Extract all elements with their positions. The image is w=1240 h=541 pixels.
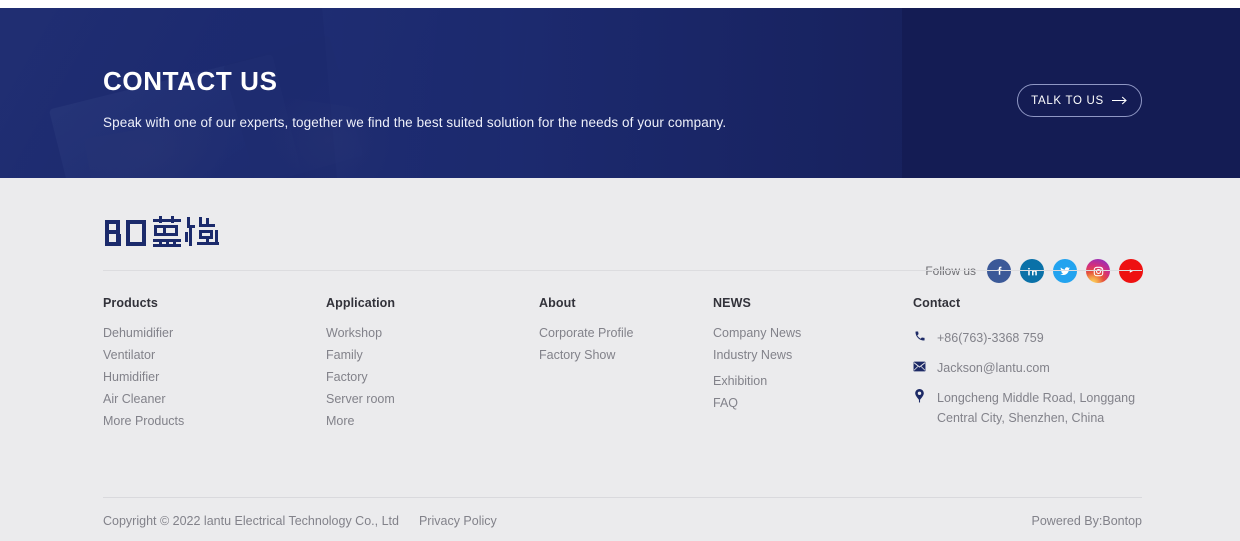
footer-link-workshop[interactable]: Workshop <box>326 327 395 340</box>
twitter-icon[interactable] <box>1053 259 1077 283</box>
powered-by-text: Powered By:Bontop <box>1032 514 1143 528</box>
footer-column-products: Products Dehumidifier Ventilator Humidif… <box>103 296 184 437</box>
contact-address: Longcheng Middle Road, Longgang Central … <box>937 388 1142 428</box>
column-title-contact: Contact <box>913 296 1142 310</box>
footer-link-faq[interactable]: FAQ <box>713 397 801 410</box>
footer-link-air-cleaner[interactable]: Air Cleaner <box>103 393 184 406</box>
contact-phone-row[interactable]: +86(763)-3368 759 <box>913 328 1142 348</box>
facebook-icon[interactable] <box>987 259 1011 283</box>
column-title-about: About <box>539 296 634 310</box>
footer-divider-top <box>103 270 1142 271</box>
contact-address-row[interactable]: Longcheng Middle Road, Longgang Central … <box>913 388 1142 428</box>
location-pin-icon <box>913 388 926 403</box>
footer-column-about: About Corporate Profile Factory Show <box>539 296 634 371</box>
company-logo[interactable] <box>103 216 227 250</box>
contact-phone: +86(763)-3368 759 <box>937 328 1044 348</box>
instagram-icon[interactable] <box>1086 259 1110 283</box>
footer-logo-row: Follow us <box>103 216 1143 270</box>
footer-column-news: NEWS Company News Industry News Exhibiti… <box>713 296 801 419</box>
footer-link-more-products[interactable]: More Products <box>103 415 184 428</box>
linkedin-icon[interactable] <box>1020 259 1044 283</box>
footer-divider-bottom <box>103 497 1142 498</box>
privacy-policy-link[interactable]: Privacy Policy <box>419 514 497 528</box>
contact-email: Jackson@lantu.com <box>937 358 1050 378</box>
footer-link-factory-show[interactable]: Factory Show <box>539 349 634 362</box>
footer-link-exhibition[interactable]: Exhibition <box>713 375 801 388</box>
contact-hero-banner: CONTACT US Speak with one of our experts… <box>0 8 1240 178</box>
footer-link-company-news[interactable]: Company News <box>713 327 801 340</box>
phone-icon <box>913 328 926 343</box>
footer-column-application: Application Workshop Family Factory Serv… <box>326 296 395 437</box>
talk-to-us-button[interactable]: TALK TO US <box>1017 84 1142 117</box>
footer-link-factory[interactable]: Factory <box>326 371 395 384</box>
footer-link-more[interactable]: More <box>326 415 395 428</box>
footer-link-humidifier[interactable]: Humidifier <box>103 371 184 384</box>
column-title-news: NEWS <box>713 296 801 310</box>
footer-link-industry-news[interactable]: Industry News <box>713 349 801 362</box>
logo-mark <box>103 216 227 250</box>
page-root: CONTACT US Speak with one of our experts… <box>0 0 1240 541</box>
column-title-products: Products <box>103 296 184 310</box>
arrow-right-icon <box>1112 96 1128 105</box>
page-title: CONTACT US <box>103 66 278 97</box>
follow-us-group: Follow us <box>925 259 1143 283</box>
envelope-icon <box>913 358 926 373</box>
footer-link-ventilator[interactable]: Ventilator <box>103 349 184 362</box>
talk-to-us-label: TALK TO US <box>1031 95 1104 107</box>
contact-email-row[interactable]: Jackson@lantu.com <box>913 358 1142 378</box>
hero-subtitle: Speak with one of our experts, together … <box>103 115 726 130</box>
footer-bottom-bar: Copyright © 2022 lantu Electrical Techno… <box>103 511 1142 531</box>
footer-link-family[interactable]: Family <box>326 349 395 362</box>
footer-link-corporate-profile[interactable]: Corporate Profile <box>539 327 634 340</box>
youtube-icon[interactable] <box>1119 259 1143 283</box>
follow-us-label: Follow us <box>925 264 976 278</box>
footer-link-server-room[interactable]: Server room <box>326 393 395 406</box>
footer-link-dehumidifier[interactable]: Dehumidifier <box>103 327 184 340</box>
column-title-application: Application <box>326 296 395 310</box>
copyright-text: Copyright © 2022 lantu Electrical Techno… <box>103 514 399 528</box>
footer-column-contact: Contact +86(763)-3368 759 Jackson@lantu.… <box>913 296 1142 438</box>
site-footer: Follow us <box>0 178 1240 541</box>
